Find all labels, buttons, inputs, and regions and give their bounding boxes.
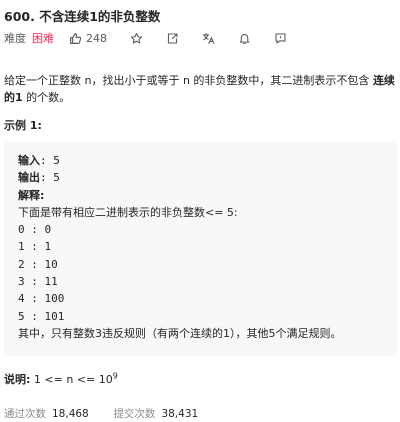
output-label: 输出 bbox=[18, 171, 40, 185]
binary-row: 1 : 1 bbox=[18, 240, 52, 254]
difficulty-badge: 困难 bbox=[32, 32, 54, 45]
binary-row: 3 : 11 bbox=[18, 275, 58, 289]
problem-description: 给定一个正整数 n，找出小于或等于 n 的非负整数中，其二进制表示不包含 连续的… bbox=[4, 72, 396, 106]
note-text: 1 <= n <= 10 bbox=[30, 373, 113, 386]
input-value: : 5 bbox=[40, 154, 60, 167]
description-text-end: 的个数。 bbox=[22, 91, 71, 104]
constraints-note: 说明: 1 <= n <= 109 bbox=[4, 371, 118, 387]
bell-icon[interactable] bbox=[237, 31, 251, 45]
binary-row: 2 : 10 bbox=[18, 257, 58, 271]
submission-stats: 通过次数 18,468 提交次数 38,431 bbox=[4, 406, 198, 421]
description-text: 给定一个正整数 n，找出小于或等于 n 的非负整数中，其二进制表示不包含 bbox=[4, 74, 373, 87]
binary-row: 4 : 100 bbox=[18, 292, 65, 306]
binary-row: 0 : 0 bbox=[18, 223, 52, 237]
explain-colon: : bbox=[40, 188, 45, 202]
accepted-label: 通过次数 bbox=[4, 408, 46, 420]
share-icon[interactable] bbox=[165, 31, 179, 45]
note-label: 说明: bbox=[4, 373, 31, 386]
difficulty-label: 难度 bbox=[4, 32, 26, 45]
explain-label: 解释 bbox=[18, 188, 40, 202]
submitted-label: 提交次数 bbox=[113, 408, 156, 420]
star-icon[interactable] bbox=[129, 31, 143, 45]
example-block: 输入: 5 输出: 5 解释: 下面是带有相应二进制表示的非负整数<= 5: 0… bbox=[4, 141, 398, 356]
likes-count: 248 bbox=[86, 31, 107, 45]
accepted-count: 18,468 bbox=[52, 408, 89, 420]
example-title: 示例 1: bbox=[4, 119, 42, 132]
translate-icon[interactable] bbox=[201, 31, 215, 45]
example-content: 输入: 5 输出: 5 解释: 下面是带有相应二进制表示的非负整数<= 5: 0… bbox=[18, 152, 342, 342]
submitted-count: 38,431 bbox=[161, 408, 199, 420]
binary-row: 5 : 101 bbox=[18, 309, 65, 323]
problem-meta-bar: 难度 困难 248 bbox=[4, 30, 287, 46]
output-value: : 5 bbox=[40, 171, 60, 185]
thumbs-up-icon[interactable] bbox=[68, 31, 82, 45]
input-label: 输入 bbox=[18, 154, 40, 167]
problem-title: 600. 不含连续1的非负整数 bbox=[4, 9, 161, 24]
explain-intro: 下面是带有相应二进制表示的非负整数<= 5: bbox=[18, 205, 238, 219]
note-exponent: 9 bbox=[112, 371, 118, 381]
feedback-icon[interactable] bbox=[273, 31, 287, 45]
explain-conclusion: 其中，只有整数3违反规则（有两个连续的1），其他5个满足规则。 bbox=[18, 326, 342, 340]
